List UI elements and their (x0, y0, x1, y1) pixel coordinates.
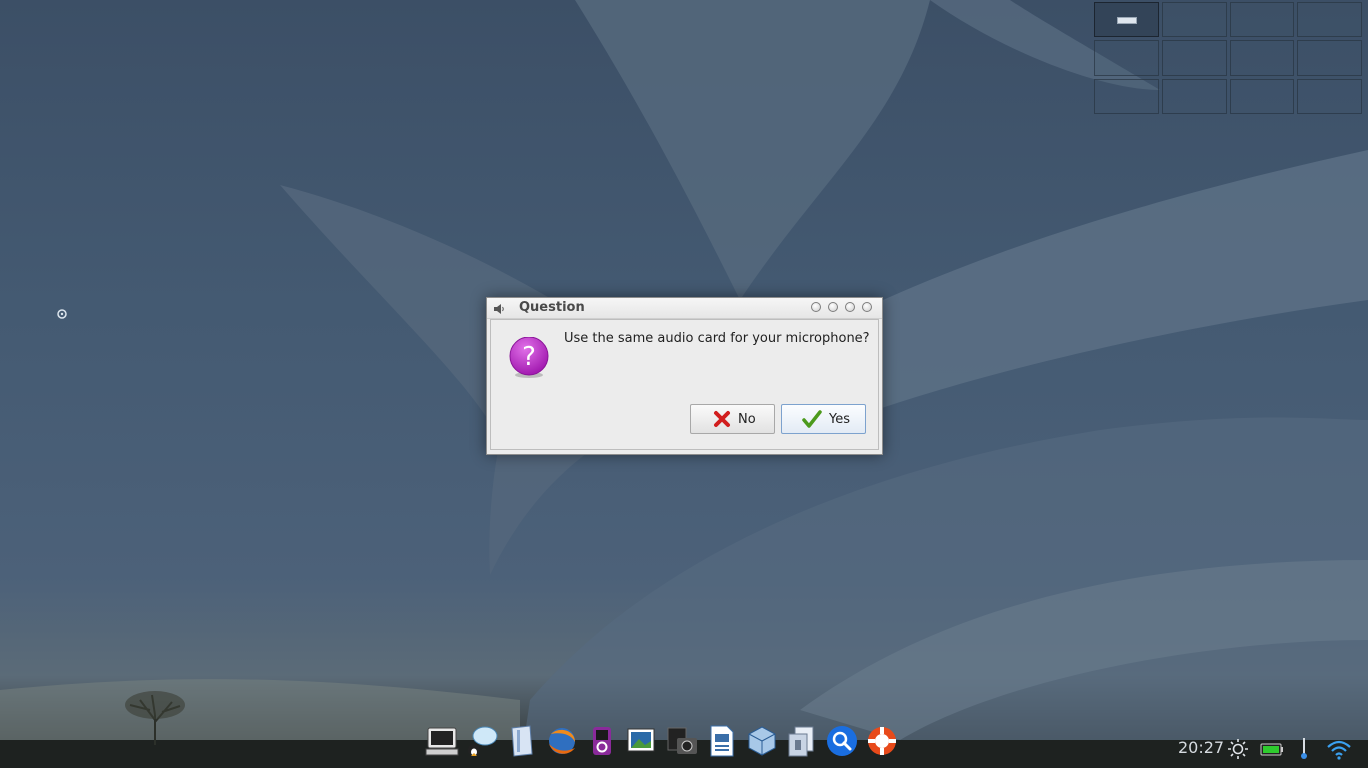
application-dock (424, 721, 900, 763)
clock[interactable]: 20:27 (1178, 738, 1224, 757)
workspace-12[interactable] (1297, 78, 1362, 114)
dialog-titlebar[interactable]: Question (487, 298, 882, 319)
dialog-message: Use the same audio card for your microph… (564, 331, 870, 346)
files-icon[interactable] (504, 721, 540, 761)
maximize-button[interactable] (845, 302, 855, 312)
workspace-pager[interactable] (1094, 2, 1362, 114)
workspace-5[interactable] (1094, 40, 1159, 76)
question-dialog: Question ? Use the same audio card for y… (486, 297, 883, 455)
wifi-icon[interactable] (1326, 738, 1351, 760)
media-player-icon[interactable] (584, 721, 620, 761)
yes-button[interactable]: Yes (781, 404, 866, 434)
speaker-icon (492, 301, 506, 315)
virtualbox-icon[interactable] (744, 721, 780, 761)
workspace-8[interactable] (1297, 40, 1362, 76)
archive-icon[interactable] (784, 721, 820, 761)
no-button-label: No (738, 411, 756, 427)
checkmark-icon (802, 410, 822, 428)
search-icon[interactable] (824, 721, 860, 761)
brightness-icon[interactable] (1226, 738, 1250, 760)
workspace-11[interactable] (1229, 78, 1295, 114)
dialog-content: ? Use the same audio card for your micro… (490, 319, 879, 450)
camera-icon[interactable] (664, 721, 700, 761)
workspace-1[interactable] (1094, 2, 1159, 38)
volume-icon[interactable] (1292, 738, 1316, 760)
workspace-3[interactable] (1229, 2, 1295, 38)
cancel-x-icon (714, 411, 730, 427)
minimize-button[interactable] (828, 302, 838, 312)
workspace-7[interactable] (1229, 40, 1295, 76)
chat-icon[interactable] (464, 721, 500, 761)
system-tray: 20:27 (1168, 734, 1368, 764)
dialog-title: Question (519, 300, 585, 315)
image-viewer-icon[interactable] (624, 721, 660, 761)
yes-button-label: Yes (829, 411, 850, 427)
terminal-icon[interactable] (424, 721, 460, 761)
menu-button[interactable] (811, 302, 821, 312)
no-button[interactable]: No (690, 404, 775, 434)
battery-icon[interactable] (1260, 738, 1284, 760)
svg-text:?: ? (522, 342, 536, 372)
question-icon: ? (508, 336, 550, 379)
workspace-10[interactable] (1161, 78, 1227, 114)
writer-icon[interactable] (704, 721, 740, 761)
workspace-9[interactable] (1094, 78, 1159, 114)
workspace-2[interactable] (1161, 2, 1227, 38)
workspace-6[interactable] (1161, 40, 1227, 76)
desktop-pointer-icon (56, 305, 68, 319)
browser-icon[interactable] (544, 721, 580, 761)
help-icon[interactable] (864, 721, 900, 761)
close-button[interactable] (862, 302, 872, 312)
workspace-4[interactable] (1297, 2, 1362, 38)
